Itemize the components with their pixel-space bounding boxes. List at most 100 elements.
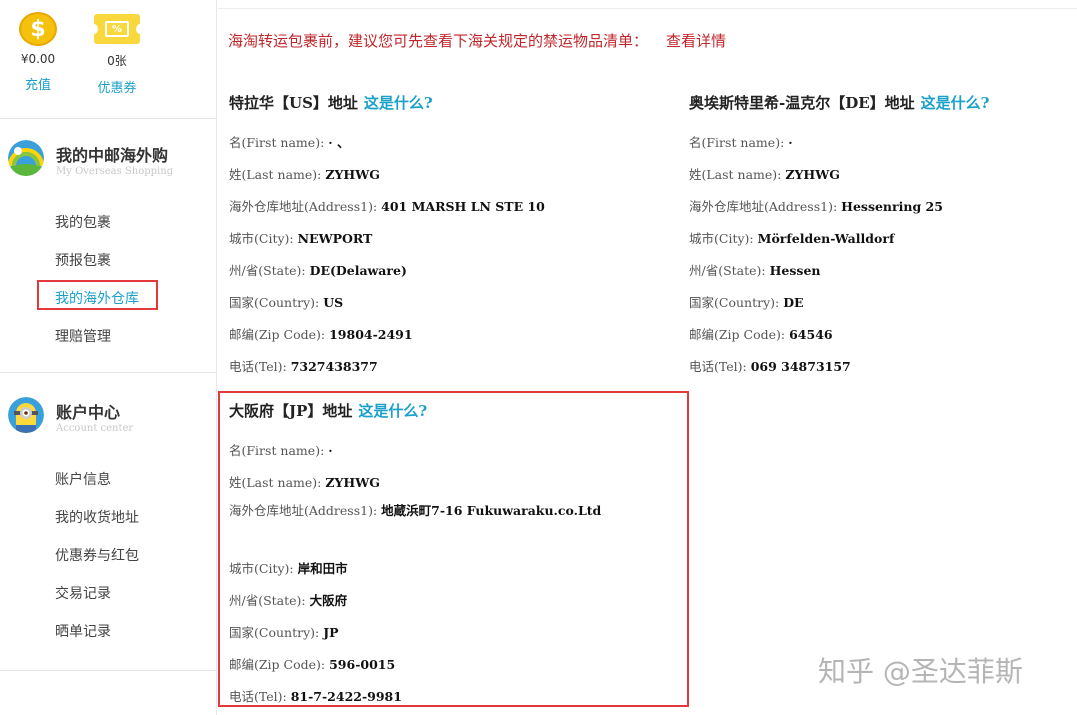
state-row: 州/省(State): 大阪府 <box>229 590 347 609</box>
balance-value: ¥0.00 <box>20 52 56 66</box>
field-value: 地蔵浜町7-16 Fukuwaraku.co.Ltd <box>381 503 602 518</box>
tel-row: 电话(Tel): 7327438377 <box>229 356 378 375</box>
country-row: 国家(Country): US <box>229 292 343 311</box>
country-row: 国家(Country): DE <box>689 292 804 311</box>
field-value: 64546 <box>789 327 833 342</box>
balance-item: $ ¥0.00 充值 <box>3 12 73 93</box>
field-value: NEWPORT <box>297 231 373 246</box>
nav-claims-management[interactable]: 理赔管理 <box>55 326 111 346</box>
field-value: 岸和田市 <box>297 561 348 576</box>
address1-row: 海外仓库地址(Address1): Hessenring 25 <box>689 196 943 215</box>
field-value: DE(Delaware) <box>309 263 407 278</box>
field-value: Hessen <box>769 263 821 278</box>
field-label: 电话(Tel): <box>229 689 287 704</box>
wallet-summary: $ ¥0.00 充值 % 0张 优惠券 <box>0 12 217 112</box>
field-label: 邮编(Zip Code): <box>229 657 326 672</box>
coupon-link[interactable]: 优惠券 <box>82 77 152 96</box>
tel-row: 电话(Tel): 069 34873157 <box>689 356 851 375</box>
field-label: 州/省(State): <box>229 593 306 608</box>
address1-row: 海外仓库地址(Address1): 地蔵浜町7-16 Fukuwaraku.co… <box>229 500 654 522</box>
nav-account-info[interactable]: 账户信息 <box>55 469 111 489</box>
address-title-text: 大阪府【JP】地址 <box>229 402 353 420</box>
field-value: 7327438377 <box>290 359 378 374</box>
nav-shipping-address[interactable]: 我的收货地址 <box>55 507 139 527</box>
field-label: 国家(Country): <box>229 295 320 310</box>
rainbow-globe-icon <box>8 140 44 176</box>
field-label: 国家(Country): <box>689 295 780 310</box>
recharge-link[interactable]: 充值 <box>3 74 73 93</box>
nav-coupons-red-packets[interactable]: 优惠券与红包 <box>55 545 139 565</box>
divider <box>218 8 1077 9</box>
divider <box>0 372 217 373</box>
shopping-section-subtitle: My Overseas Shopping <box>56 166 174 177</box>
field-value: ZYHWG <box>785 167 840 182</box>
coin-symbol: $ <box>30 16 46 42</box>
account-section-title: 账户中心 <box>56 403 121 422</box>
field-label: 城市(City): <box>689 231 754 246</box>
coupon-item: % 0张 优惠券 <box>82 12 152 96</box>
customs-notice: 海淘转运包裹前，建议您可先查看下海关规定的禁运物品清单： 查看详情 <box>228 30 726 51</box>
last-name-row: 姓(Last name): ZYHWG <box>689 164 840 183</box>
tel-row: 电话(Tel): 81-7-2422-9981 <box>229 686 402 705</box>
divider <box>0 118 217 119</box>
address-title: 奥埃斯特里希-温克尔【DE】地址 这是什么? <box>689 92 1074 114</box>
nav-transaction-records[interactable]: 交易记录 <box>55 583 111 603</box>
city-row: 城市(City): NEWPORT <box>229 228 372 247</box>
field-value: Hessenring 25 <box>841 199 943 214</box>
nav-my-overseas-warehouse[interactable]: 我的海外仓库 <box>55 288 139 308</box>
field-value: US <box>323 295 344 310</box>
what-is-this-link[interactable]: 这是什么? <box>358 402 427 420</box>
main-content: 海淘转运包裹前，建议您可先查看下海关规定的禁运物品清单： 查看详情 特拉华【US】… <box>218 0 1077 715</box>
field-value: JP <box>323 625 339 640</box>
nav-share-records[interactable]: 晒单记录 <box>55 621 111 641</box>
zip-row: 邮编(Zip Code): 596-0015 <box>229 654 395 673</box>
field-label: 邮编(Zip Code): <box>229 327 326 342</box>
nav-forecast-parcel[interactable]: 预报包裹 <box>55 250 111 270</box>
field-value: 596-0015 <box>329 657 396 672</box>
shopping-section-header: 我的中邮海外购 My Overseas Shopping <box>8 140 208 190</box>
last-name-row: 姓(Last name): ZYHWG <box>229 472 380 491</box>
nav-my-parcels[interactable]: 我的包裹 <box>55 212 111 232</box>
field-label: 电话(Tel): <box>229 359 287 374</box>
field-value: 大阪府 <box>309 593 348 608</box>
field-label: 电话(Tel): <box>689 359 747 374</box>
field-label: 名(First name): <box>689 135 785 150</box>
state-row: 州/省(State): DE(Delaware) <box>229 260 407 279</box>
field-label: 城市(City): <box>229 561 294 576</box>
field-value: 19804-2491 <box>329 327 413 342</box>
shopping-section-title: 我的中邮海外购 <box>56 146 169 165</box>
field-value: 81-7-2422-9981 <box>290 689 402 704</box>
field-value: 069 34873157 <box>750 359 851 374</box>
field-label: 名(First name): <box>229 135 325 150</box>
field-label: 国家(Country): <box>229 625 320 640</box>
field-value: · <box>328 443 333 458</box>
first-name-row: 名(First name): · <box>229 440 333 459</box>
field-label: 州/省(State): <box>689 263 766 278</box>
field-label: 海外仓库地址(Address1): <box>689 199 838 214</box>
coupon-ticket-icon: % <box>90 14 144 44</box>
city-row: 城市(City): Mörfelden-Walldorf <box>689 228 894 247</box>
address-card-jp: 大阪府【JP】地址 这是什么? 名(First name): · 姓(Last n… <box>229 400 669 705</box>
view-details-link[interactable]: 查看详情 <box>666 32 726 50</box>
field-label: 邮编(Zip Code): <box>689 327 786 342</box>
first-name-row: 名(First name): · <box>689 132 793 151</box>
address-title-text: 奥埃斯特里希-温克尔【DE】地址 <box>689 94 915 112</box>
address-title: 特拉华【US】地址 这是什么? <box>229 92 669 114</box>
field-value: ZYHWG <box>325 475 380 490</box>
field-value: · 、 <box>328 135 350 150</box>
field-label: 姓(Last name): <box>689 167 782 182</box>
coupon-symbol: % <box>105 21 129 37</box>
account-section-subtitle: Account center <box>56 423 134 434</box>
field-label: 海外仓库地址(Address1): <box>229 503 378 518</box>
what-is-this-link[interactable]: 这是什么? <box>921 94 990 112</box>
field-label: 名(First name): <box>229 443 325 458</box>
field-value: · <box>788 135 793 150</box>
address1-row: 海外仓库地址(Address1): 401 MARSH LN STE 10 <box>229 196 545 215</box>
city-row: 城市(City): 岸和田市 <box>229 558 348 577</box>
field-label: 姓(Last name): <box>229 475 322 490</box>
state-row: 州/省(State): Hessen <box>689 260 821 279</box>
coupon-count: 0张 <box>107 54 127 68</box>
what-is-this-link[interactable]: 这是什么? <box>364 94 433 112</box>
field-label: 海外仓库地址(Address1): <box>229 199 378 214</box>
last-name-row: 姓(Last name): ZYHWG <box>229 164 380 183</box>
